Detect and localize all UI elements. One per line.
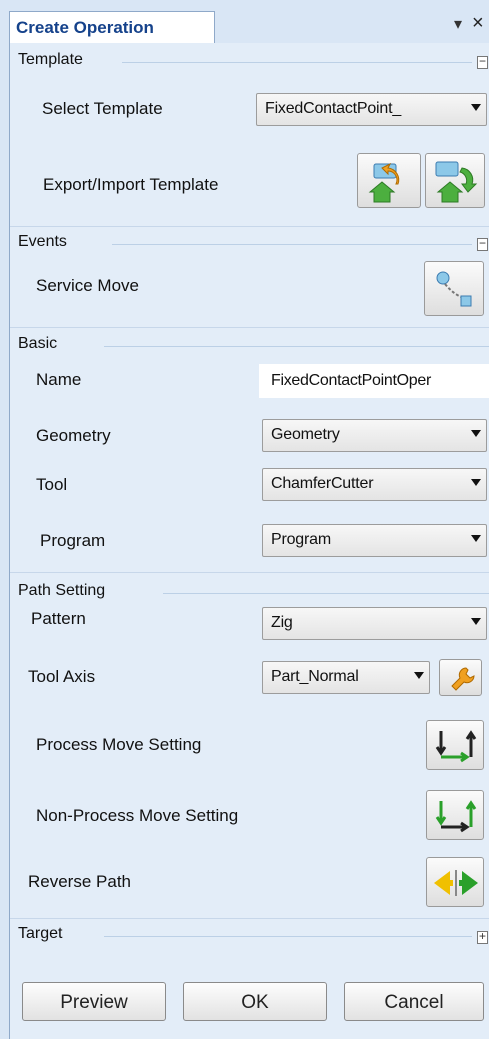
name-label: Name xyxy=(36,370,82,389)
export-template-button[interactable] xyxy=(357,153,421,208)
ok-button[interactable]: OK xyxy=(183,982,327,1021)
process-move-setting-button[interactable] xyxy=(426,720,484,770)
close-icon[interactable]: × xyxy=(472,12,484,35)
non-process-move-icon xyxy=(435,800,477,833)
reverse-path-button[interactable] xyxy=(426,857,484,907)
geometry-value: Geometry xyxy=(271,426,340,443)
process-move-setting-label: Process Move Setting xyxy=(36,735,202,754)
service-move-button[interactable] xyxy=(424,261,484,316)
pattern-label: Pattern xyxy=(31,609,86,628)
section-separator xyxy=(10,918,489,919)
section-divider xyxy=(112,244,472,245)
section-separator xyxy=(10,327,489,328)
panel-tab[interactable]: Create Operation xyxy=(9,11,215,44)
tool-axis-dropdown[interactable]: Part_Normal xyxy=(262,661,430,694)
section-divider xyxy=(163,593,489,594)
chevron-down-icon xyxy=(471,535,481,542)
export-template-icon xyxy=(368,162,400,203)
select-template-value: FixedContactPoint_ xyxy=(265,100,402,117)
tool-axis-label: Tool Axis xyxy=(28,667,96,686)
service-move-label: Service Move xyxy=(36,276,139,295)
reverse-path-label: Reverse Path xyxy=(28,872,131,891)
tool-axis-value: Part_Normal xyxy=(271,668,359,685)
chevron-down-icon xyxy=(471,430,481,437)
collapse-template-toggle[interactable]: − xyxy=(477,55,488,69)
tool-dropdown[interactable]: ChamferCutter xyxy=(262,468,487,501)
section-title-template: Template xyxy=(18,51,83,68)
preview-button[interactable]: Preview xyxy=(22,982,166,1021)
select-template-label: Select Template xyxy=(42,99,163,118)
program-label: Program xyxy=(40,531,106,550)
section-title-events: Events xyxy=(18,233,67,250)
section-separator xyxy=(10,572,489,573)
geometry-dropdown[interactable]: Geometry xyxy=(262,419,487,452)
wrench-icon xyxy=(451,667,475,691)
import-template-button[interactable] xyxy=(425,153,485,208)
reverse-path-icon xyxy=(434,870,478,896)
chevron-down-icon xyxy=(471,104,481,111)
expand-target-toggle[interactable]: + xyxy=(477,930,488,944)
tool-value: ChamferCutter xyxy=(271,475,374,492)
section-divider xyxy=(122,62,472,63)
section-divider xyxy=(104,346,489,347)
non-process-move-setting-button[interactable] xyxy=(426,790,484,840)
non-process-move-setting-label: Non-Process Move Setting xyxy=(36,806,239,825)
section-title-path-setting: Path Setting xyxy=(18,582,106,599)
section-title-basic: Basic xyxy=(18,335,58,352)
export-import-template-label: Export/Import Template xyxy=(43,175,219,194)
tool-axis-settings-button[interactable] xyxy=(439,659,482,696)
section-separator xyxy=(10,226,489,227)
title-bar: Create Operation ▾ × xyxy=(0,0,489,44)
section-title-target: Target xyxy=(18,925,63,942)
select-template-dropdown[interactable]: FixedContactPoint_ xyxy=(256,93,487,126)
chevron-down-icon xyxy=(471,479,481,486)
tool-label: Tool xyxy=(36,475,68,494)
pattern-value: Zig xyxy=(271,614,293,631)
program-dropdown[interactable]: Program xyxy=(262,524,487,557)
service-move-icon xyxy=(436,271,472,307)
chevron-down-icon xyxy=(414,672,424,679)
cancel-button[interactable]: Cancel xyxy=(344,982,484,1021)
collapse-events-toggle[interactable]: − xyxy=(477,237,488,251)
name-field[interactable] xyxy=(259,364,489,398)
chevron-down-icon xyxy=(471,618,481,625)
process-move-icon xyxy=(435,730,477,763)
import-template-icon xyxy=(435,161,478,203)
pattern-dropdown[interactable]: Zig xyxy=(262,607,487,640)
pin-icon[interactable]: ▾ xyxy=(454,14,462,34)
program-value: Program xyxy=(271,531,331,548)
geometry-label: Geometry xyxy=(36,426,111,445)
section-divider xyxy=(104,936,472,937)
